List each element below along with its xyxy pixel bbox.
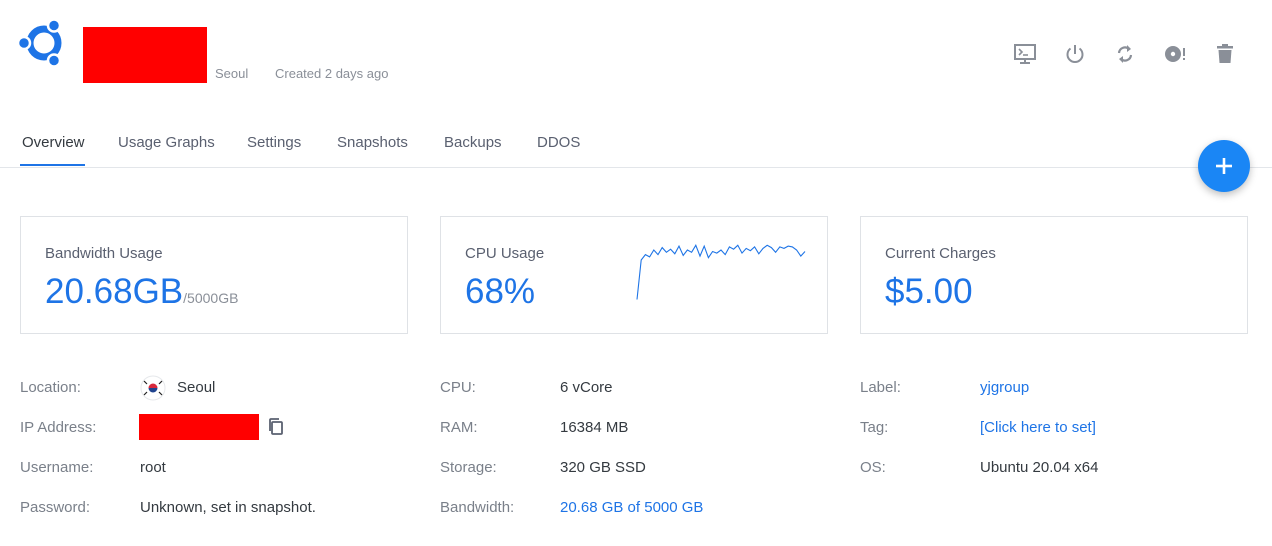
cpu-card: CPU Usage 68% bbox=[440, 216, 828, 334]
power-icon bbox=[1066, 45, 1084, 63]
tab-overview[interactable]: Overview bbox=[22, 134, 85, 151]
bandwidth-used: 20.68GB bbox=[45, 272, 184, 311]
ram-value: 16384 MB bbox=[560, 419, 629, 436]
storage-label: Storage: bbox=[440, 459, 497, 476]
bandwidth-card: Bandwidth Usage 20.68GB/5000GB bbox=[20, 216, 408, 334]
location-value: Seoul bbox=[177, 379, 216, 396]
tab-bar: Overview Usage Graphs Settings Snapshots… bbox=[0, 124, 1272, 168]
os-label: OS: bbox=[860, 459, 886, 476]
reinstall-disc-icon bbox=[1165, 46, 1185, 62]
cpu-value: 6 vCore bbox=[560, 379, 613, 396]
bandwidth-label: Bandwidth: bbox=[440, 499, 515, 516]
power-button[interactable] bbox=[1061, 40, 1089, 68]
tag-label: Tag: bbox=[860, 419, 889, 436]
password-label: Password: bbox=[20, 499, 91, 516]
server-created: Created 2 days ago bbox=[275, 66, 389, 81]
label-value-link[interactable]: yjgroup bbox=[980, 379, 1029, 396]
bandwidth-value-link[interactable]: 20.68 GB of 5000 GB bbox=[560, 499, 703, 516]
bandwidth-limit: /5000GB bbox=[183, 290, 239, 306]
tab-ddos[interactable]: DDOS bbox=[537, 134, 580, 151]
tab-settings[interactable]: Settings bbox=[247, 134, 301, 151]
ubuntu-logo-icon bbox=[18, 18, 62, 68]
plus-icon bbox=[1216, 158, 1232, 174]
username-label: Username: bbox=[20, 459, 94, 476]
copy-icon bbox=[269, 418, 283, 435]
console-button[interactable] bbox=[1011, 40, 1039, 68]
cpu-sparkline-line bbox=[636, 244, 806, 300]
storage-value: 320 GB SSD bbox=[560, 459, 646, 476]
server-name-redacted bbox=[83, 27, 207, 83]
charges-card-title: Current Charges bbox=[885, 245, 996, 262]
username-value: root bbox=[140, 459, 166, 476]
trash-icon bbox=[1217, 44, 1233, 63]
cpu-card-value: 68% bbox=[465, 272, 536, 311]
reinstall-button[interactable] bbox=[1161, 40, 1189, 68]
copy-ip-button[interactable] bbox=[266, 417, 286, 437]
label-label: Label: bbox=[860, 379, 901, 396]
active-tab-indicator bbox=[20, 164, 85, 166]
location-label: Location: bbox=[20, 379, 81, 396]
tab-backups[interactable]: Backups bbox=[444, 134, 502, 151]
password-value: Unknown, set in snapshot. bbox=[140, 499, 316, 516]
cpu-sparkline bbox=[636, 244, 806, 300]
charges-card-value: $5.00 bbox=[885, 272, 973, 311]
ip-address-redacted bbox=[139, 414, 259, 440]
delete-button[interactable] bbox=[1211, 40, 1239, 68]
ip-address-label: IP Address: bbox=[20, 419, 97, 436]
ram-label: RAM: bbox=[440, 419, 478, 436]
tab-snapshots[interactable]: Snapshots bbox=[337, 134, 408, 151]
set-tag-link[interactable]: [Click here to set] bbox=[980, 419, 1096, 436]
korea-flag-icon bbox=[140, 375, 166, 401]
bandwidth-card-value: 20.68GB/5000GB bbox=[45, 272, 238, 312]
console-icon bbox=[1014, 44, 1036, 64]
charges-card: Current Charges $5.00 bbox=[860, 216, 1248, 334]
restart-button[interactable] bbox=[1111, 40, 1139, 68]
cpu-label: CPU: bbox=[440, 379, 476, 396]
os-value: Ubuntu 20.04 x64 bbox=[980, 459, 1099, 476]
tab-usage-graphs[interactable]: Usage Graphs bbox=[118, 134, 215, 151]
add-button[interactable] bbox=[1198, 140, 1250, 192]
cpu-card-title: CPU Usage bbox=[465, 245, 545, 262]
server-location: Seoul bbox=[215, 66, 249, 81]
bandwidth-card-title: Bandwidth Usage bbox=[45, 245, 163, 262]
restart-icon bbox=[1117, 45, 1133, 63]
